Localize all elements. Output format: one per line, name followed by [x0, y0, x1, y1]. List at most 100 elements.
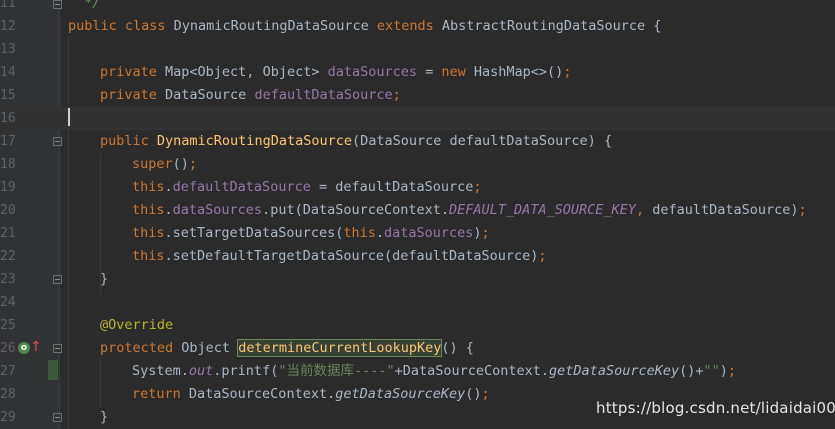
code-token: ) [473, 225, 482, 241]
indent-guide [68, 36, 69, 429]
code-line[interactable]: 25 @Override [0, 314, 835, 337]
code-token: this [132, 202, 165, 218]
fold-toggle-icon[interactable] [53, 344, 62, 353]
code-token: . [164, 202, 173, 218]
code-line[interactable]: 23} [0, 268, 835, 291]
code-line[interactable]: 18 super(); [0, 153, 835, 176]
line-number: 29 [0, 410, 16, 425]
code-line[interactable]: 19 this.defaultDataSource = defaultDataSo… [0, 176, 835, 199]
code-token: determineCurrentLookupKey [237, 339, 443, 357]
code-token: public [100, 133, 157, 149]
line-number: 11 [0, 0, 16, 11]
fold-toggle-icon[interactable] [53, 0, 62, 9]
code-token: ; [188, 156, 198, 172]
line-code: private DataSource defaultDataSource; [68, 84, 401, 107]
line-code: public class DynamicRoutingDataSource ex… [68, 15, 661, 38]
code-token: .setDefaultTargetDataSource(defaultDataS… [164, 248, 539, 264]
code-line[interactable]: 26 protected Object determineCurrentLooku… [0, 337, 835, 360]
code-line[interactable]: 16 [0, 107, 835, 130]
code-token: AbstractRoutingDataSource { [441, 18, 662, 34]
code-token: HashMap<>() [473, 64, 564, 80]
line-number: 24 [0, 295, 16, 310]
code-token: DynamicRoutingDataSource [173, 18, 377, 34]
code-line[interactable]: 21 this.setTargetDataSources(this.dataSou… [0, 222, 835, 245]
code-token: this [132, 248, 165, 264]
line-code: private Map<Object, Object> dataSources … [68, 61, 571, 84]
line-number: 27 [0, 364, 16, 379]
code-token: } [100, 271, 109, 287]
code-token: this [132, 179, 165, 195]
code-token: +DataSourceContext. [394, 363, 550, 379]
code-token: getDataSourceKey [335, 386, 466, 402]
line-number: 12 [0, 19, 16, 34]
code-line[interactable]: 27 System.out.printf("当前数据库----"+DataSour… [0, 360, 835, 383]
code-token: ; [392, 87, 401, 103]
navigate-up-arrow-icon[interactable]: ↑ [30, 339, 42, 355]
code-line[interactable]: 12 public class DynamicRoutingDataSource … [0, 15, 835, 38]
code-token: super [132, 156, 173, 172]
line-number: 13 [0, 42, 16, 57]
line-code: } [68, 268, 108, 291]
override-method-icon[interactable]: o [18, 342, 30, 354]
code-token: () { [441, 340, 474, 356]
code-token: protected [100, 340, 182, 356]
code-token: = [417, 64, 442, 80]
line-code: return DataSourceContext.getDataSourceKe… [68, 383, 490, 406]
code-token: ()+ [679, 363, 704, 379]
code-token: @Override [100, 317, 174, 333]
line-number: 26 [0, 341, 16, 356]
code-line[interactable]: 22 this.setDefaultTargetDataSource(defaul… [0, 245, 835, 268]
text-caret [68, 108, 70, 126]
code-token: DynamicRoutingDataSource [156, 133, 352, 149]
line-number: 19 [0, 180, 16, 195]
code-line[interactable]: 14 private Map<Object, Object> dataSource… [0, 61, 835, 84]
code-token: ; [563, 64, 572, 80]
code-line[interactable]: 15 private DataSource defaultDataSource; [0, 84, 835, 107]
code-token: defaultDataSource [172, 179, 311, 195]
code-token: private [100, 64, 166, 80]
fold-toggle-icon[interactable] [53, 137, 62, 146]
code-token: ; [538, 248, 547, 264]
line-code: System.out.printf("当前数据库----"+DataSource… [68, 360, 736, 383]
watermark-text: https://blog.csdn.net/lidaidai001 [596, 399, 835, 417]
code-token: ) [719, 363, 728, 379]
code-token: defaultDataSource) [652, 202, 799, 218]
line-number: 23 [0, 272, 16, 287]
line-code: super(); [68, 153, 197, 176]
line-code: this.setDefaultTargetDataSource(defaultD… [68, 245, 547, 268]
code-token: extends [376, 18, 442, 34]
code-token: Map<Object, Object> [165, 64, 328, 80]
code-token: */ [68, 0, 101, 11]
vcs-change-marker[interactable] [48, 360, 58, 380]
code-editor[interactable]: 11 */ 12 public class DynamicRoutingDataSo… [0, 0, 835, 429]
code-line[interactable]: 13 [0, 38, 835, 61]
line-code: } [68, 406, 108, 429]
line-number: 21 [0, 226, 16, 241]
fold-toggle-icon[interactable] [53, 413, 62, 422]
code-token: ; [481, 386, 490, 402]
code-token: private [100, 87, 166, 103]
indent-guide [100, 360, 101, 408]
code-token: "当前数据库----" [278, 363, 395, 379]
code-line[interactable]: 11 */ [0, 0, 835, 15]
line-number: 16 [0, 111, 16, 126]
code-token: out [188, 363, 214, 379]
code-token: } [100, 409, 109, 425]
line-code: protected Object determineCurrentLookupK… [68, 337, 474, 360]
code-token: () [465, 386, 482, 402]
code-token: ; [473, 179, 482, 195]
fold-toggle-icon[interactable] [53, 275, 62, 284]
line-code: */ [68, 0, 101, 15]
code-token: () [172, 156, 189, 172]
code-token: "" [703, 363, 720, 379]
code-token: , [635, 202, 653, 218]
code-line[interactable]: 20 this.dataSources.put(DataSourceContext… [0, 199, 835, 222]
code-token: this [343, 225, 376, 241]
line-number: 15 [0, 88, 16, 103]
code-token: return [132, 386, 189, 402]
code-line[interactable]: 24 [0, 291, 835, 314]
code-token: DEFAULT_DATA_SOURCE_KEY [449, 202, 636, 218]
code-token: public class [68, 18, 174, 34]
code-token: .printf( [213, 363, 279, 379]
code-line[interactable]: 17 public DynamicRoutingDataSource(DataSo… [0, 130, 835, 153]
